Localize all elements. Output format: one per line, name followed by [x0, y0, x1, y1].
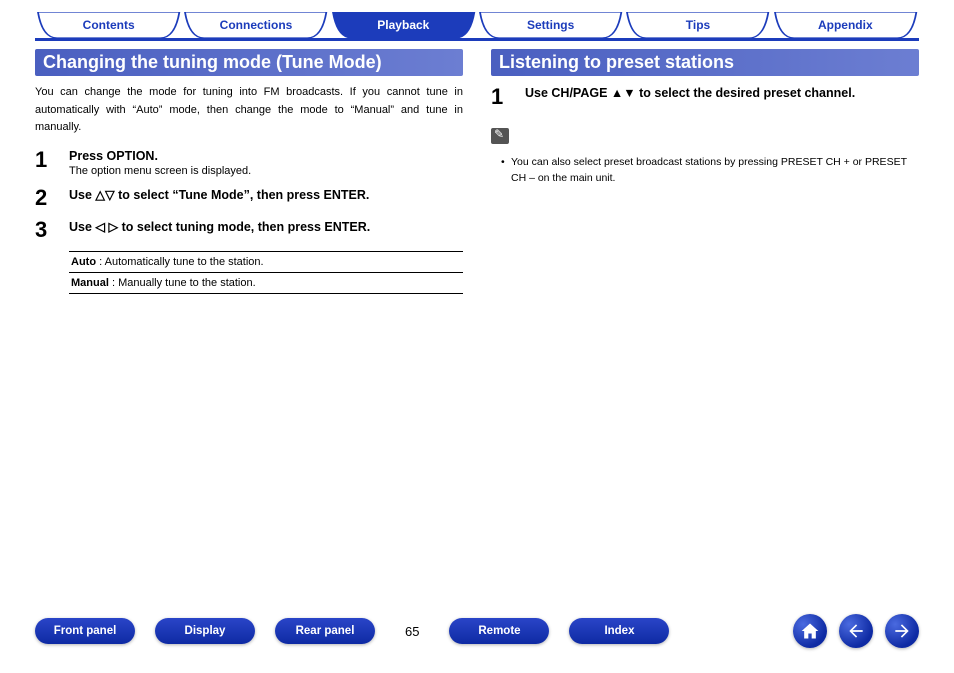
- triangle-left-icon: [95, 220, 105, 234]
- front-panel-button[interactable]: Front panel: [35, 618, 135, 644]
- rear-panel-button[interactable]: Rear panel: [275, 618, 375, 644]
- next-page-button[interactable]: [885, 614, 919, 648]
- home-button[interactable]: [793, 614, 827, 648]
- preset-step-1-title: Use CH/PAGE to select the desired preset…: [525, 86, 919, 100]
- step-3-title: Use to select tuning mode, then press EN…: [69, 219, 463, 234]
- step-number: 3: [35, 219, 57, 241]
- arrow-left-icon: [846, 621, 866, 641]
- step-number: 1: [35, 149, 57, 177]
- left-column: Changing the tuning mode (Tune Mode) You…: [35, 49, 463, 294]
- triangle-right-icon: [109, 220, 119, 234]
- bottom-nav: Front panel Display Rear panel 65 Remote…: [35, 614, 919, 648]
- remote-button[interactable]: Remote: [449, 618, 549, 644]
- step-number: 1: [491, 86, 513, 108]
- tab-settings[interactable]: Settings: [477, 12, 624, 38]
- step-number: 2: [35, 187, 57, 209]
- tab-playback[interactable]: Playback: [330, 12, 477, 38]
- step-2-title: Use to select “Tune Mode”, then press EN…: [69, 187, 463, 202]
- prev-page-button[interactable]: [839, 614, 873, 648]
- option-manual: Manual : Manually tune to the station.: [69, 273, 463, 294]
- step-1-title: Press OPTION.: [69, 149, 463, 163]
- tab-tips[interactable]: Tips: [624, 12, 771, 38]
- tab-appendix[interactable]: Appendix: [772, 12, 919, 38]
- top-tabs: Contents Connections Playback Settings T…: [35, 12, 919, 41]
- right-column: Listening to preset stations 1 Use CH/PA…: [491, 49, 919, 294]
- home-icon: [800, 621, 820, 641]
- step-3: 3 Use to select tuning mode, then press …: [35, 219, 463, 241]
- page-number: 65: [395, 624, 429, 639]
- tune-mode-options: Auto : Automatically tune to the station…: [69, 251, 463, 294]
- display-button[interactable]: Display: [155, 618, 255, 644]
- arrow-right-icon: [892, 621, 912, 641]
- triangle-up-solid-icon: [611, 86, 623, 100]
- index-button[interactable]: Index: [569, 618, 669, 644]
- preset-step-1: 1 Use CH/PAGE to select the desired pres…: [491, 86, 919, 108]
- step-1-desc: The option menu screen is displayed.: [69, 165, 463, 177]
- tab-connections[interactable]: Connections: [182, 12, 329, 38]
- note-block: You can also select preset broadcast sta…: [491, 118, 919, 187]
- option-auto: Auto : Automatically tune to the station…: [69, 252, 463, 273]
- tab-contents[interactable]: Contents: [35, 12, 182, 38]
- step-1: 1 Press OPTION. The option menu screen i…: [35, 149, 463, 177]
- triangle-up-icon: [95, 188, 105, 202]
- intro-text: You can change the mode for tuning into …: [35, 84, 463, 137]
- section-title-preset: Listening to preset stations: [491, 49, 919, 76]
- note-text: You can also select preset broadcast sta…: [501, 155, 919, 187]
- triangle-down-icon: [105, 188, 115, 202]
- section-title-tune-mode: Changing the tuning mode (Tune Mode): [35, 49, 463, 76]
- step-2: 2 Use to select “Tune Mode”, then press …: [35, 187, 463, 209]
- pencil-icon: [491, 128, 509, 144]
- triangle-down-solid-icon: [623, 86, 635, 100]
